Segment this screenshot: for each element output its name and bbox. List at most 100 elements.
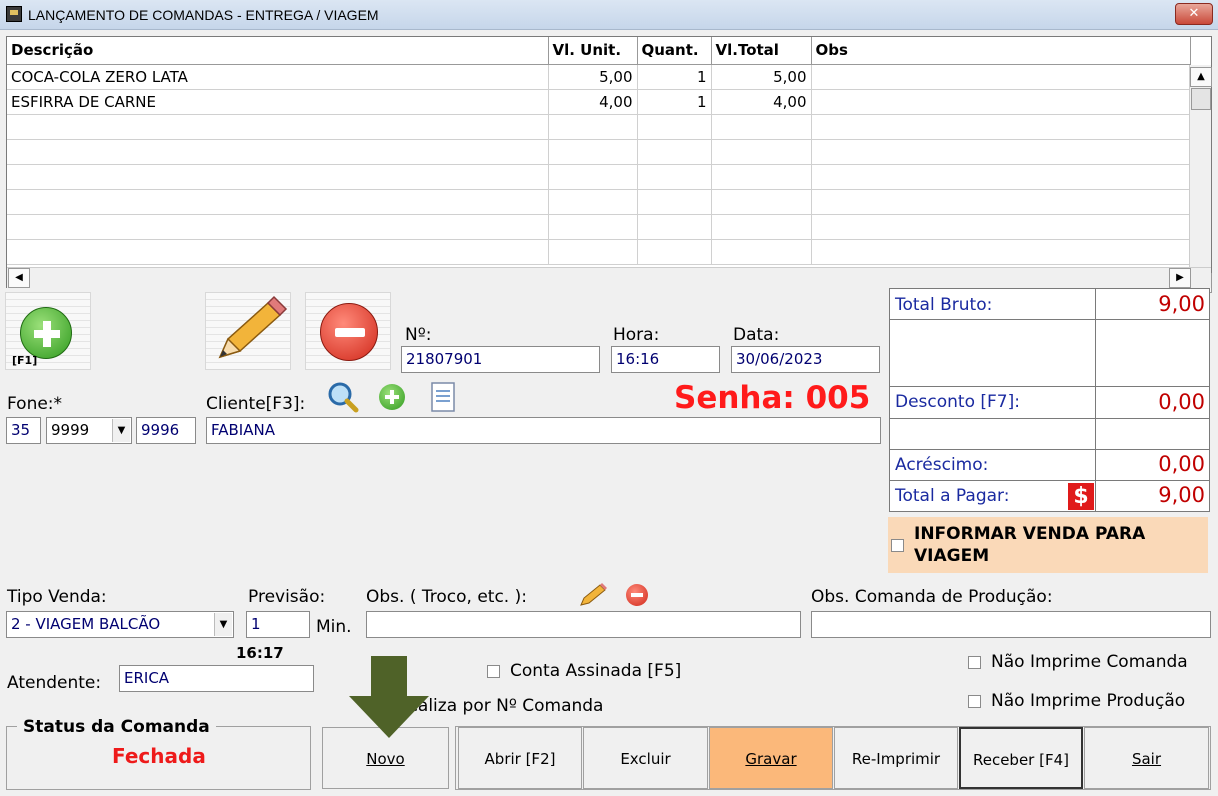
gravar-button[interactable]: Gravar [709, 727, 833, 789]
cell-descricao: COCA-COLA ZERO LATA [7, 64, 549, 90]
table-row[interactable] [7, 239, 1191, 265]
sair-button[interactable]: Sair [1084, 727, 1209, 789]
cliente-field[interactable]: FABIANA [206, 417, 881, 444]
min-label: Min. [316, 617, 352, 637]
conta-assinada-label[interactable]: Conta Assinada [F5] [510, 661, 681, 681]
hora-label: Hora: [613, 325, 660, 345]
add-item-button[interactable]: [F1] [5, 292, 91, 370]
client-details-button[interactable] [422, 380, 466, 414]
col-vl-total[interactable]: Vl.Total [711, 37, 812, 65]
nao-imprime-comanda-checkbox[interactable] [968, 656, 981, 669]
data-field[interactable]: 30/06/2023 [731, 346, 880, 373]
previsao-time: 16:17 [236, 644, 284, 662]
viagem-label: INFORMAR VENDA PARA VIAGEM [914, 524, 1146, 566]
items-table: Descrição Vl. Unit. Quant. Vl.Total Obs … [7, 37, 1191, 265]
numero-label: Nº: [405, 325, 432, 345]
atendente-label: Atendente: [7, 673, 102, 693]
conta-assinada-checkbox[interactable] [487, 665, 500, 678]
acrescimo-row: Acréscimo: 0,00 [890, 450, 1209, 481]
total-pagar-value: 9,00 [1158, 483, 1205, 507]
previsao-field[interactable]: 1 [246, 611, 310, 638]
viagem-checkbox[interactable] [891, 539, 904, 552]
receber-button[interactable]: Receber [F4] [959, 727, 1083, 789]
col-vl-unit[interactable]: Vl. Unit. [548, 37, 638, 65]
data-label: Data: [733, 325, 780, 345]
desconto-row: Desconto [F7]: 0,00 [890, 387, 1209, 419]
viagem-option[interactable]: INFORMAR VENDA PARA VIAGEM [888, 517, 1208, 573]
edit-item-button[interactable] [205, 292, 291, 370]
total-bruto-value: 9,00 [1158, 292, 1205, 316]
title-bar: LANÇAMENTO DE COMANDAS - ENTREGA / VIAGE… [0, 0, 1218, 30]
hora-field[interactable]: 16:16 [611, 346, 720, 373]
cell-quant: 1 [637, 64, 712, 90]
plus-icon [20, 307, 72, 359]
scroll-right-icon[interactable]: ▶ [1169, 268, 1191, 288]
obs-label: Obs. ( Troco, etc. ): [366, 587, 527, 607]
table-row[interactable] [7, 139, 1191, 165]
clear-obs-button[interactable] [620, 581, 656, 609]
close-button[interactable]: ✕ [1175, 3, 1213, 25]
add-hint: [F1] [12, 354, 38, 367]
desconto-value: 0,00 [1158, 390, 1205, 414]
items-grid[interactable]: Descrição Vl. Unit. Quant. Vl.Total Obs … [6, 36, 1212, 295]
cell-obs [811, 64, 1191, 90]
chevron-down-icon[interactable]: ▼ [112, 419, 130, 442]
tipo-venda-value: 2 - VIAGEM BALCÃO [11, 615, 161, 633]
add-client-button[interactable] [372, 380, 416, 414]
table-row[interactable] [7, 214, 1191, 240]
prefixo-select[interactable]: 9999 ▼ [46, 417, 132, 444]
vertical-scrollbar[interactable]: ▲ ▼ [1189, 65, 1212, 295]
nao-imprime-producao-label[interactable]: Não Imprime Produção [991, 691, 1185, 711]
desconto-label[interactable]: Desconto [F7]: [895, 392, 1020, 412]
col-quant[interactable]: Quant. [637, 37, 712, 65]
acrescimo-value: 0,00 [1158, 452, 1205, 476]
minus-icon [626, 584, 648, 606]
remove-item-button[interactable] [305, 292, 391, 370]
obs-producao-label: Obs. Comanda de Produção: [811, 587, 1053, 607]
tipo-venda-label: Tipo Venda: [7, 587, 107, 607]
novo-label: Novo [366, 750, 405, 768]
blank-row [890, 419, 1209, 450]
atendente-field[interactable]: ERICA [119, 665, 314, 692]
obs-field[interactable] [366, 611, 801, 638]
cell-vl-total: 5,00 [711, 64, 812, 90]
document-icon [431, 382, 455, 412]
total-bruto-row: Total Bruto: 9,00 [890, 289, 1209, 320]
senha-display: Senha: 005 [674, 380, 871, 416]
table-row[interactable] [7, 114, 1191, 140]
cell-quant: 1 [637, 89, 712, 115]
table-row[interactable] [7, 189, 1191, 215]
cliente-label: Cliente[F3]: [206, 394, 306, 414]
chevron-down-icon[interactable]: ▼ [214, 613, 232, 636]
window-title: LANÇAMENTO DE COMANDAS - ENTREGA / VIAGE… [28, 7, 379, 23]
cell-vl-unit: 5,00 [548, 64, 638, 90]
table-row[interactable]: COCA-COLA ZERO LATA 5,00 1 5,00 [7, 64, 1191, 90]
ddd-field[interactable]: 35 [6, 417, 41, 444]
edit-obs-button[interactable] [576, 581, 610, 609]
tipo-venda-select[interactable]: 2 - VIAGEM BALCÃO ▼ [6, 611, 234, 638]
horizontal-scrollbar[interactable]: ◀ ▶ [7, 267, 1211, 288]
obs-producao-field[interactable] [811, 611, 1211, 638]
dollar-icon[interactable]: $ [1068, 483, 1094, 510]
total-pagar-row: Total a Pagar: $ 9,00 [890, 481, 1209, 512]
search-client-button[interactable] [322, 380, 366, 414]
magnifier-icon [328, 382, 359, 413]
numero-field[interactable]: 21807901 [401, 346, 600, 373]
col-obs[interactable]: Obs [811, 37, 1191, 65]
scroll-thumb[interactable] [1191, 88, 1211, 110]
nao-imprime-producao-checkbox[interactable] [968, 695, 981, 708]
reimprimir-button[interactable]: Re-Imprimir [834, 727, 958, 789]
table-row[interactable] [7, 164, 1191, 190]
abrir-button[interactable]: Abrir [F2] [458, 727, 582, 789]
acrescimo-label: Acréscimo: [895, 455, 989, 475]
status-group: Status da Comanda Fechada [6, 717, 311, 790]
nao-imprime-comanda-label[interactable]: Não Imprime Comanda [991, 652, 1188, 672]
table-row[interactable]: ESFIRRA DE CARNE 4,00 1 4,00 [7, 89, 1191, 115]
app-icon [6, 6, 22, 22]
excluir-button[interactable]: Excluir [583, 727, 708, 789]
scroll-up-icon[interactable]: ▲ [1190, 67, 1212, 87]
scroll-left-icon[interactable]: ◀ [8, 268, 30, 288]
sufixo-field[interactable]: 9996 [136, 417, 196, 444]
pencil-icon [580, 583, 607, 606]
col-descricao[interactable]: Descrição [7, 37, 549, 65]
